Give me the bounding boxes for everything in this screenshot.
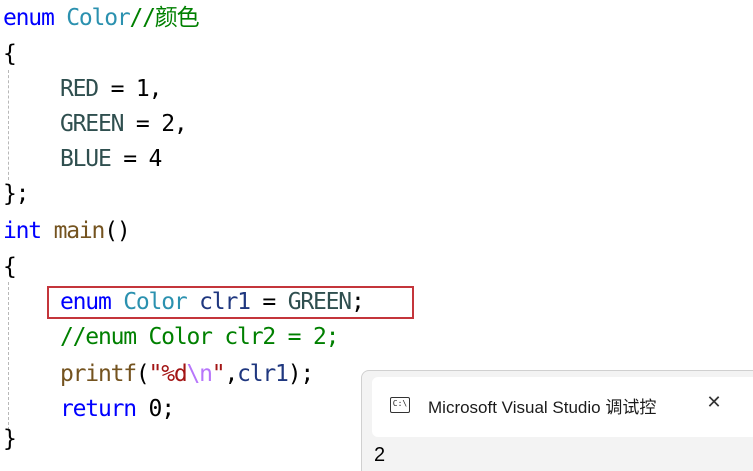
number: 1 xyxy=(135,76,150,102)
code-line: return 0; xyxy=(3,392,175,426)
code-line: { xyxy=(3,250,17,284)
code-line: int main() xyxy=(3,214,131,248)
code-line: GREEN = 2, xyxy=(3,107,188,141)
string: " xyxy=(148,361,163,387)
console-icon: C:\ xyxy=(390,397,410,413)
code-line: { xyxy=(3,37,17,71)
punctuation: , xyxy=(173,111,188,137)
code-line: printf("%d\n",clr1); xyxy=(3,357,315,391)
punctuation: , xyxy=(224,361,238,387)
function-name: printf xyxy=(60,361,137,387)
debug-console-window[interactable]: C:\ Microsoft Visual Studio 调试控 ✕ 2 xyxy=(361,370,753,471)
console-tab[interactable]: C:\ Microsoft Visual Studio 调试控 ✕ xyxy=(372,377,753,437)
number: 4 xyxy=(148,146,163,172)
code-line: BLUE = 4 xyxy=(3,142,163,176)
console-output: 2 xyxy=(374,444,386,466)
code-line: }; xyxy=(3,177,30,211)
enum-member: BLUE xyxy=(60,146,112,172)
code-line: enum Color clr1 = GREEN; xyxy=(3,285,365,319)
type-name: Color xyxy=(66,5,130,31)
escape-sequence: \n xyxy=(186,361,214,387)
enum-member: GREEN xyxy=(60,111,124,137)
keyword: enum xyxy=(3,5,55,31)
code-line: RED = 1, xyxy=(3,72,163,106)
string: " xyxy=(211,361,226,387)
punctuation: ( xyxy=(135,361,150,387)
brace: }; xyxy=(3,181,30,207)
punctuation: ); xyxy=(287,361,315,387)
comment: //enum Color clr2 = 2; xyxy=(60,324,339,350)
punctuation: () xyxy=(104,218,131,244)
operator: = xyxy=(123,111,162,137)
code-line: enum Color//颜色 xyxy=(3,1,200,35)
operator: = xyxy=(110,146,149,172)
number: 0 xyxy=(148,396,163,422)
variable: clr1 xyxy=(199,289,251,315)
type-name: Color xyxy=(123,289,187,315)
brace: } xyxy=(3,426,17,452)
variable: clr1 xyxy=(237,361,289,387)
operator: = xyxy=(249,289,288,315)
keyword: enum xyxy=(60,289,112,315)
brace: { xyxy=(3,254,17,280)
punctuation: ; xyxy=(161,396,175,422)
keyword: int xyxy=(3,218,42,244)
console-title: Microsoft Visual Studio 调试控 xyxy=(428,398,657,417)
keyword: return xyxy=(60,396,137,422)
code-line: //enum Color clr2 = 2; xyxy=(3,320,339,354)
brace: { xyxy=(3,41,17,67)
operator: = xyxy=(97,76,136,102)
punctuation: ; xyxy=(350,289,365,315)
code-line: } xyxy=(3,422,17,456)
format-specifier: %d xyxy=(161,361,188,387)
enum-member: RED xyxy=(60,76,99,102)
punctuation: , xyxy=(148,76,163,102)
number: 2 xyxy=(161,111,175,137)
function-name: main xyxy=(53,218,106,244)
comment: //颜色 xyxy=(129,5,200,31)
close-icon[interactable]: ✕ xyxy=(702,391,726,415)
enum-member: GREEN xyxy=(287,289,352,315)
